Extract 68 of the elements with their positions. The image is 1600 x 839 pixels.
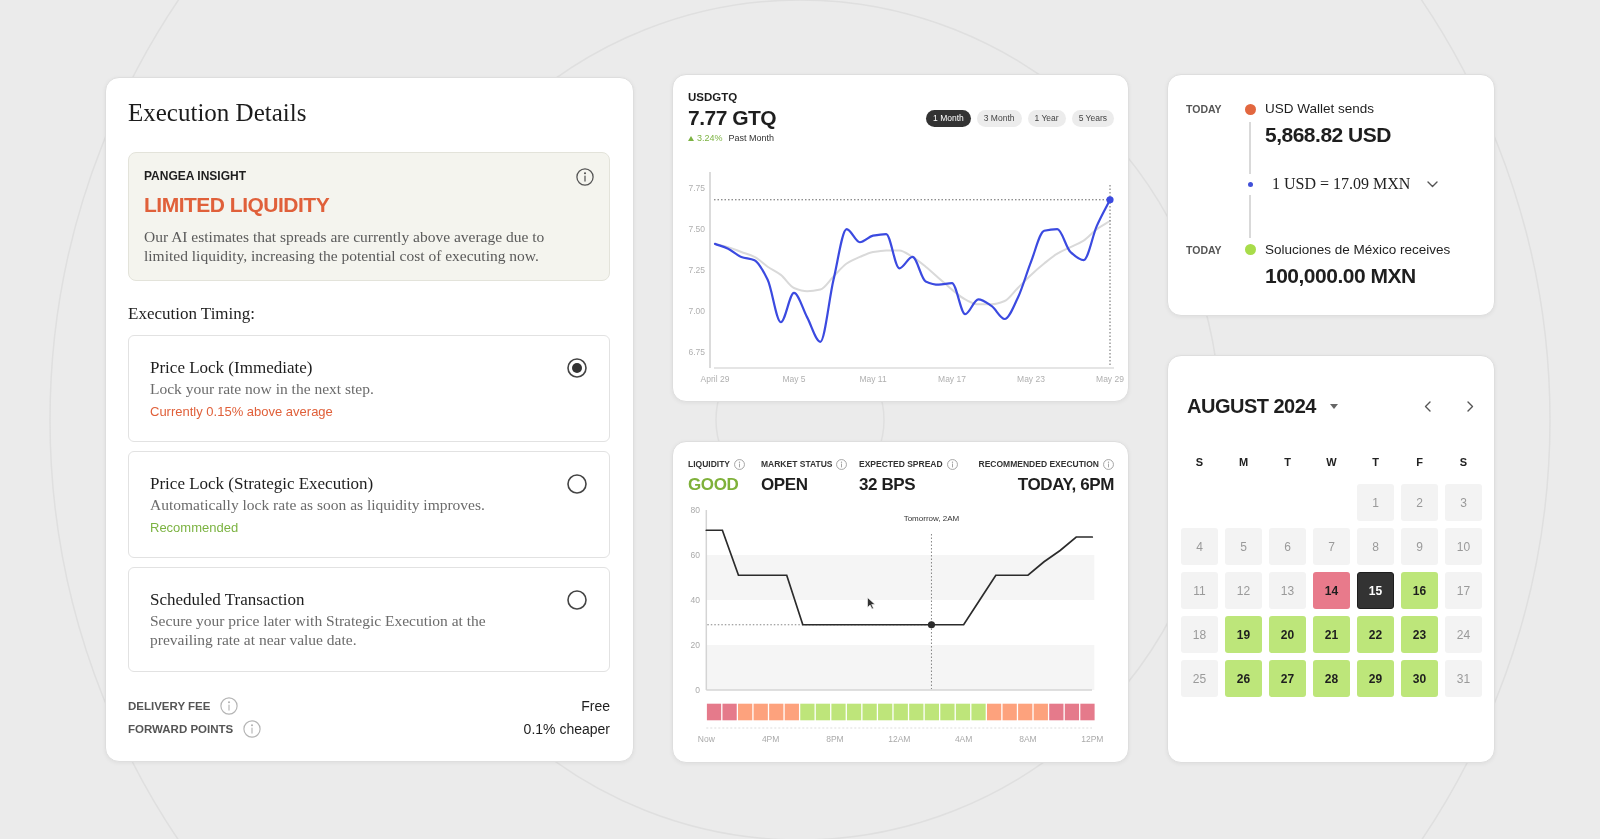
x-axis-label: May 17: [938, 374, 966, 384]
x-axis-label: May 5: [782, 374, 806, 384]
x-axis-label: May 11: [859, 374, 887, 384]
stat-value: GOOD: [688, 475, 740, 495]
y-axis-label: 7.00: [688, 305, 705, 316]
weekday-label: M: [1237, 455, 1250, 469]
stat-label: MARKET STATUS: [761, 458, 833, 470]
fee-value: Free: [581, 697, 610, 715]
x-axis-label: 4AM: [954, 734, 973, 744]
x-axis-label: Now: [697, 734, 715, 744]
y-axis-label: 80: [690, 505, 700, 515]
stat-label: EXPECTED SPREAD: [859, 458, 943, 470]
y-axis-label: 0: [695, 685, 700, 695]
weekday-label: F: [1415, 455, 1424, 469]
option-note: Currently 0.15% above average: [150, 403, 334, 421]
y-axis-label: 7.75: [688, 183, 705, 194]
y-axis-label: 20: [690, 640, 700, 650]
option-description: Automatically lock rate as soon as liquidity improves.: [150, 495, 485, 514]
party-label: USD Wallet sends: [1265, 100, 1376, 118]
y-axis-label: 40: [690, 595, 700, 605]
amount: 5,868.82 USD: [1265, 122, 1391, 148]
change-period: Past Month: [728, 132, 775, 145]
weekday-label: T: [1371, 455, 1380, 469]
option-description: Secure your price later with Strategic Execution at the prevailing rate at near value date.: [150, 611, 487, 649]
weekday-label: T: [1283, 455, 1292, 469]
x-axis-label: 12PM: [1081, 734, 1104, 744]
x-axis-label: 4PM: [761, 734, 780, 744]
insight-text: Our AI estimates that spreads are currently above average due to limited liquidity, increasing the potential cost of executing now.: [144, 227, 546, 265]
fee-label: FORWARD POINTS: [128, 722, 234, 737]
party-label: Soluciones de México receives: [1265, 241, 1451, 259]
change-percent: 3.24%: [697, 132, 723, 145]
y-axis-label: 6.75: [688, 346, 705, 357]
currency-pair: USDGTQ: [688, 90, 739, 105]
x-axis-label: April 29: [700, 374, 730, 384]
x-axis-label: May 29: [1096, 374, 1124, 384]
x-axis-label: May 23: [1017, 374, 1045, 384]
x-axis-label: 8AM: [1019, 734, 1037, 744]
y-axis-label: 7.50: [688, 224, 705, 235]
y-axis-label: 7.25: [688, 265, 705, 275]
exchange-rate: 1 USD = 17.09 MXN: [1272, 174, 1411, 194]
option-description: Lock your rate now in the next step.: [150, 379, 374, 398]
stat-value: OPEN: [761, 475, 809, 495]
month-title: AUGUST 2024: [1187, 394, 1316, 418]
date-label: TODAY: [1186, 102, 1223, 117]
insight-label: PANGEA INSIGHT: [144, 168, 246, 184]
stat-label: RECOMMENDED EXECUTION: [978, 458, 1099, 470]
stat-value: TODAY, 6PM: [1017, 475, 1114, 495]
x-axis-label: 8PM: [826, 734, 844, 744]
amount: 100,000.00 MXN: [1265, 263, 1417, 289]
weekday-label: W: [1325, 455, 1338, 469]
option-title: Scheduled Transaction: [150, 589, 306, 611]
x-axis-label: 12AM: [888, 734, 911, 744]
exchange-rate: 7.77 GTQ: [688, 105, 777, 131]
option-title: Price Lock (Immediate): [150, 357, 314, 379]
date-label: TODAY: [1186, 243, 1223, 258]
insight-headline: LIMITED LIQUIDITY: [144, 192, 331, 218]
y-axis-label: 60: [690, 550, 700, 560]
fee-label: DELIVERY FEE: [128, 699, 211, 714]
option-note: Recommended: [150, 519, 240, 537]
option-title: Price Lock (Strategic Execution): [150, 473, 375, 495]
weekday-label: S: [1458, 455, 1469, 469]
hover-label: Tomorrow, 2AM: [903, 514, 960, 523]
stat-label: LIQUIDITY: [688, 458, 731, 470]
weekday-label: S: [1194, 455, 1205, 469]
section-heading: Execution Timing:: [128, 303, 257, 325]
stat-value: 32 BPS: [859, 475, 917, 495]
fee-value: 0.1% cheaper: [523, 720, 610, 738]
card-title: Execution Details: [128, 98, 308, 128]
